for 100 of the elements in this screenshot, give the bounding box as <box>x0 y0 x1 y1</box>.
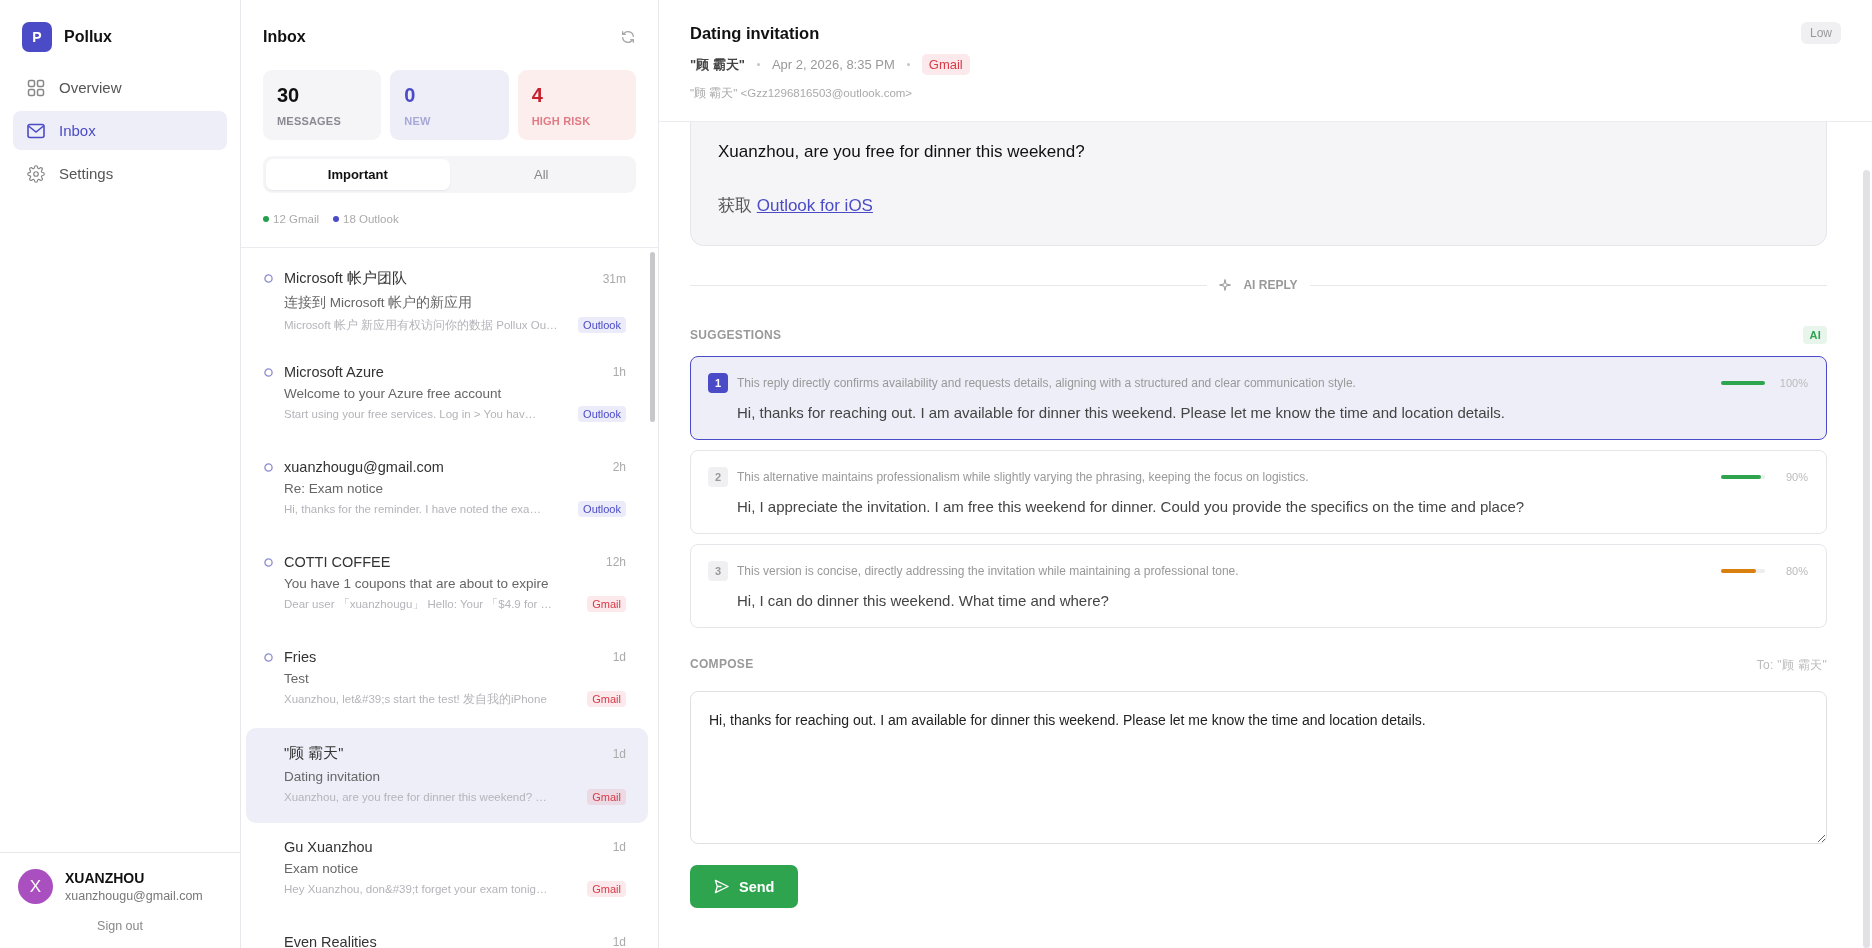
source-tag: Outlook <box>578 406 626 422</box>
message-subject: Test <box>284 671 310 686</box>
legend-label: 18 Outlook <box>343 213 399 225</box>
email-body-text: Xuanzhou, are you free for dinner this weekend? <box>718 142 1086 162</box>
message-title: Dating invitation <box>690 24 821 43</box>
suggestion-number: 3 <box>708 561 728 581</box>
scrollbar[interactable] <box>650 252 655 422</box>
source-tag: Outlook <box>578 317 626 333</box>
message-item[interactable]: Microsoft Azure 1h Welcome to your Azure free account Start using your free services. Log in > You hav… Outlook <box>246 348 648 443</box>
stat-value: 0 <box>404 84 417 107</box>
source-tag: Gmail <box>921 54 970 75</box>
message-time: 12h <box>605 555 626 569</box>
message-subject: Re: Exam notice <box>284 481 385 496</box>
stat-label: HIGH RISK <box>531 115 592 127</box>
scrollbar[interactable] <box>1863 170 1870 948</box>
message-item[interactable]: Even Realities 1d <box>246 918 648 948</box>
message-subject: Dating invitation <box>284 769 382 784</box>
source-tag: Gmail <box>587 691 626 707</box>
send-icon <box>714 879 729 894</box>
app-logo: P <box>22 22 52 52</box>
message-time: 1d <box>612 746 626 761</box>
suggestion-text: Hi, I appreciate the invitation. I am free this weekend for dinner. Could you provide the specifics on the time and place? <box>737 498 1526 515</box>
message-subject: Exam notice <box>284 861 360 876</box>
message-item[interactable]: "顾 霸天" 1d Dating invitation Xuanzhou, are you free for dinner this weekend? … Gmail <box>246 728 648 823</box>
settings-icon <box>27 164 45 183</box>
suggestion-rationale: This version is concise, directly addressing the invitation while maintaining a professional tone. <box>737 564 1240 578</box>
sign-out-link[interactable]: Sign out <box>91 918 149 934</box>
message-sender: "顾 霸天" <box>690 55 745 74</box>
source-tag: Gmail <box>587 789 626 805</box>
suggestion-rationale: This reply directly confirms availability and requests details, aligning with a structured and clear communication style. <box>737 376 1357 390</box>
user-avatar: X <box>18 869 53 904</box>
message-time: 1d <box>612 935 626 948</box>
confidence-bar <box>1721 569 1765 573</box>
message-time: 1d <box>612 650 626 664</box>
suggestion-rationale: This alternative maintains professionalism while slightly varying the phrasing, keeping the focus on logistics. <box>737 470 1310 484</box>
message-preview: Xuanzhou, let&#39;s start the test! 发自我的iPhone <box>284 691 547 707</box>
suggestion-number: 1 <box>708 373 728 393</box>
refresh-icon[interactable] <box>620 29 636 45</box>
confidence-bar <box>1721 475 1765 479</box>
message-item[interactable]: Gu Xuanzhou 1d Exam notice Hey Xuanzhou, don&#39;t forget your exam tonig… Gmail <box>246 823 648 918</box>
confidence-bar <box>1721 381 1765 385</box>
message-preview: Start using your free services. Log in > You hav… <box>284 408 537 420</box>
section-label: COMPOSE <box>690 657 754 673</box>
confidence-reading: 80% <box>1784 565 1808 577</box>
suggestion-card[interactable] <box>690 356 1827 440</box>
message-time: 1h <box>612 365 626 379</box>
email-footer-text: 获取 Outlook for iOS <box>718 195 874 217</box>
message-time: 31m <box>602 271 626 286</box>
user-email: xuanzhougu@gmail.com <box>65 889 203 903</box>
sender-address: "顾 霸天" <Gzz1296816503@outlook.com> <box>690 86 914 101</box>
inbox-title: Inbox <box>263 28 306 46</box>
message-sender: Fries <box>284 649 318 665</box>
stat-label: NEW <box>404 115 432 127</box>
confidence-reading: 90% <box>1784 471 1808 483</box>
legend-label: 12 Gmail <box>273 213 320 225</box>
message-subject: You have 1 coupons that are about to expire <box>284 576 550 591</box>
suggestion-text: Hi, thanks for reaching out. I am available for dinner this weekend. Please let me know the time and location details. <box>737 404 1506 421</box>
nav-item[interactable]: Inbox <box>13 111 227 150</box>
message-preview: Microsoft 帐户 新应用有权访问你的数据 Pollux Ou… <box>284 317 558 333</box>
nav-item[interactable]: Settings <box>13 154 227 193</box>
source-tag: Outlook <box>578 501 626 517</box>
message-time: 1d <box>612 840 626 854</box>
nav-item[interactable]: Overview <box>13 68 227 107</box>
source-tag: Gmail <box>587 881 626 897</box>
message-item[interactable]: Microsoft 帐户团队 31m 连接到 Microsoft 帐户的新应用 Microsoft 帐户 新应用有权访问你的数据 Pollux Ou… Outlook <box>246 253 648 348</box>
grid-icon <box>27 78 45 97</box>
priority-badge: Low <box>1801 22 1841 44</box>
outlook-link[interactable]: Outlook for iOS <box>756 196 873 215</box>
section-label: SUGGESTIONS <box>690 328 782 342</box>
user-name: XUANZHOU <box>65 870 146 886</box>
stat-value: 4 <box>531 84 544 107</box>
message-sender: Even Realities <box>284 934 378 948</box>
stat-label: MESSAGES <box>277 115 342 127</box>
recipient-label: To: "顾 霸天" <box>1756 657 1827 674</box>
suggestion-number: 2 <box>708 467 728 487</box>
suggestion-text: Hi, I can do dinner this weekend. What time and where? <box>737 592 1110 609</box>
app-name: Pollux <box>64 28 112 46</box>
filter-tab[interactable]: Important <box>266 159 450 190</box>
message-sender: Microsoft Azure <box>284 364 385 380</box>
message-subject: Welcome to your Azure free account <box>284 386 503 401</box>
suggestion-card[interactable]: 3 This version is concise, directly addressing the invitation while maintaining a professional tone. 80% Hi, I can do dinner this weekend. What time and where? <box>690 544 1827 628</box>
message-sender: xuanzhougu@gmail.com <box>284 459 445 475</box>
ai-badge: AI <box>1803 326 1827 344</box>
message-preview: Xuanzhou, are you free for dinner this weekend? … <box>284 791 547 803</box>
message-preview: Dear user 「xuanzhougu」 Hello: Your 「$4.9 for … <box>284 596 553 612</box>
message-preview: Hey Xuanzhou, don&#39;t forget your exam tonig… <box>284 883 548 895</box>
stat-value: 30 <box>277 84 301 107</box>
message-time: 2h <box>612 460 626 474</box>
compose-field[interactable]: Hi, thanks for reaching out. I am available for dinner this weekend. Please let me know the time and location details. <box>690 691 1827 844</box>
source-tag: Gmail <box>587 596 626 612</box>
message-sender: "顾 霸天" <box>284 744 345 763</box>
message-sender: Gu Xuanzhou <box>284 839 374 855</box>
message-subject: 连接到 Microsoft 帐户的新应用 <box>284 294 474 312</box>
section-divider-label: AI REPLY <box>1243 278 1298 292</box>
message-sender: COTTI COFFEE <box>284 554 392 570</box>
message-item[interactable]: Fries 1d Test Xuanzhou, let&#39;s start the test! 发自我的iPhone Gmail <box>246 633 648 728</box>
sparkle-icon <box>1219 279 1232 291</box>
message-sender: Microsoft 帐户团队 <box>284 269 408 288</box>
envelope-icon <box>27 122 45 139</box>
message-item[interactable]: COTTI COFFEE 12h You have 1 coupons that are about to expire Dear user 「xuanzhougu」 Hello: Your 「$4.9 for … Gmail <box>246 538 648 633</box>
